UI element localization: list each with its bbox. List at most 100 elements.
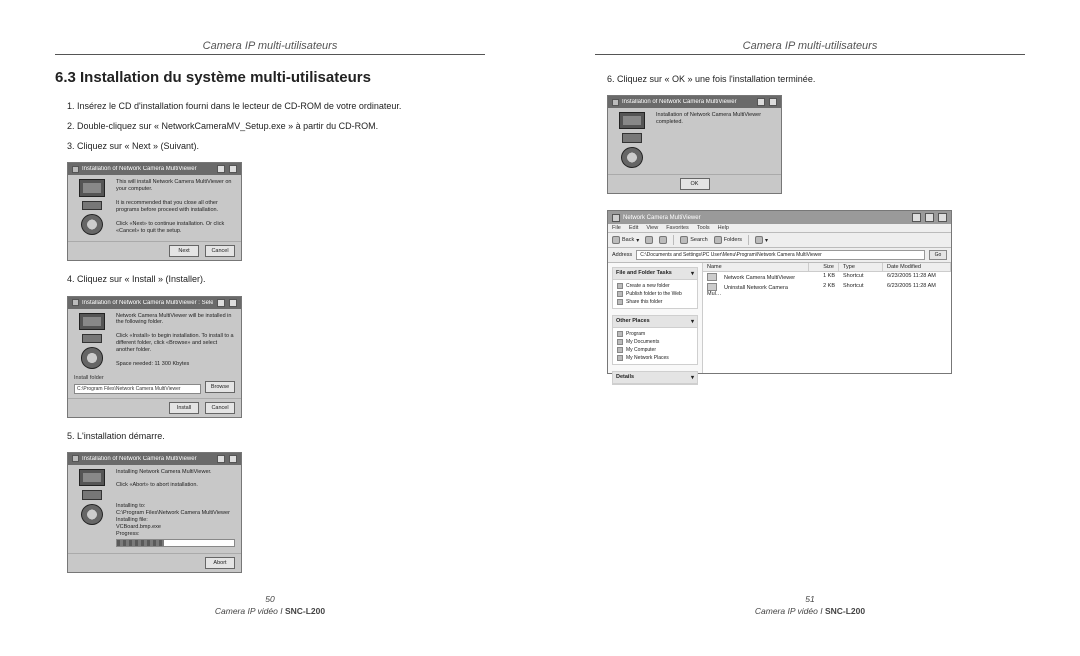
col-size[interactable]: Size (809, 263, 839, 271)
place-item[interactable]: My Computer (617, 347, 693, 353)
wizard-text: This will install Network Camera MultiVi… (116, 179, 235, 235)
chevron-down-icon: ▾ (636, 237, 639, 244)
pc-tower-icon (82, 490, 102, 500)
menu-tools[interactable]: Tools (697, 225, 710, 231)
network-icon (617, 355, 623, 361)
menu-view[interactable]: View (646, 225, 658, 231)
column-headers[interactable]: Name Size Type Date Modified (703, 263, 951, 272)
next-button[interactable]: Next (169, 245, 199, 257)
close-button[interactable] (938, 213, 947, 222)
list-item[interactable]: Uninstall Network Camera Mul… 2 KB Short… (703, 282, 951, 298)
address-field[interactable]: C:\Documents and Settings\PC User\Menu\P… (636, 250, 925, 260)
wizard-text: Installation of Network Camera MultiView… (656, 112, 775, 168)
tasks-title: File and Folder Tasks (616, 270, 672, 277)
cancel-button[interactable]: Cancel (205, 402, 235, 414)
install-path-field[interactable]: C:\Program Files\Network Camera MultiVie… (74, 384, 201, 394)
titlebar: Installation of Network Camera MultiView… (68, 163, 241, 175)
places-title: Other Places (616, 318, 650, 325)
place-item[interactable]: My Documents (617, 339, 693, 345)
minimize-button[interactable] (757, 98, 765, 106)
footer-left: 50 Camera IP vidéo I SNC-L200 (55, 594, 485, 616)
title-text: Installation of Network Camera MultiView… (82, 456, 213, 462)
wizard-art (74, 179, 110, 235)
folders-icon (714, 236, 722, 244)
task-item[interactable]: Publish folder to the Web (617, 291, 693, 297)
places-panel: Other Places ▾ Program My Documents My Co… (612, 315, 698, 365)
place-item[interactable]: Program (617, 331, 693, 337)
cd-icon (81, 214, 103, 235)
chevron-down-icon[interactable]: ▾ (691, 318, 694, 325)
shortcut-icon (707, 283, 717, 291)
back-button[interactable]: Back▾ (612, 236, 639, 244)
minimize-button[interactable] (912, 213, 921, 222)
wizard-art (74, 469, 110, 525)
list-item[interactable]: Network Camera MultiViewer 1 KB Shortcut… (703, 272, 951, 282)
wizard-line: Installation of Network Camera MultiView… (656, 112, 775, 126)
menu-file[interactable]: File (612, 225, 621, 231)
step-5: 5. L'installation démarre. (67, 430, 485, 442)
task-item[interactable]: Share this folder (617, 299, 693, 305)
install-button[interactable]: Install (169, 402, 199, 414)
browse-button[interactable]: Browse (205, 381, 235, 393)
tasks-panel: File and Folder Tasks ▾ Create a new fold… (612, 267, 698, 309)
col-type[interactable]: Type (839, 263, 883, 271)
running-head-right: Camera IP multi-utilisateurs (595, 40, 1025, 55)
search-button[interactable]: Search (680, 236, 707, 244)
folders-button[interactable]: Folders (714, 236, 742, 244)
install-to-value: C:\Program Files\Network Camera MultiVie… (116, 510, 235, 517)
chevron-down-icon[interactable]: ▾ (691, 374, 694, 381)
titlebar: Installation of Network Camera MultiView… (608, 96, 781, 108)
close-button[interactable] (229, 299, 237, 307)
cancel-button[interactable]: Cancel (205, 245, 235, 257)
explorer-sidebar: File and Folder Tasks ▾ Create a new fold… (608, 263, 703, 373)
computer-icon (617, 347, 623, 353)
up-button[interactable] (659, 236, 667, 244)
menu-help[interactable]: Help (718, 225, 729, 231)
abort-button[interactable]: Abort (205, 557, 235, 569)
forward-button[interactable] (645, 236, 653, 244)
install-file-label: Installing file: (116, 517, 235, 524)
app-icon (72, 299, 79, 306)
menu-bar[interactable]: File Edit View Favorites Tools Help (608, 224, 951, 233)
close-button[interactable] (229, 165, 237, 173)
maximize-button[interactable] (925, 213, 934, 222)
menu-favorites[interactable]: Favorites (666, 225, 689, 231)
ok-button[interactable]: OK (680, 178, 710, 190)
chevron-down-icon[interactable]: ▾ (691, 270, 694, 277)
wizard-art (74, 313, 110, 369)
wizard-line: It is recommended that you close all oth… (116, 200, 235, 214)
col-date[interactable]: Date Modified (883, 263, 951, 271)
installer-dialog-complete: Installation of Network Camera MultiView… (607, 95, 782, 194)
details-title: Details (616, 374, 634, 381)
go-button[interactable]: Go (929, 250, 947, 260)
menu-edit[interactable]: Edit (629, 225, 638, 231)
pc-tower-icon (82, 201, 102, 211)
wizard-line: Click «Abort» to abort installation. (116, 482, 235, 489)
minimize-button[interactable] (217, 455, 225, 463)
footer-right: 51 Camera IP vidéo I SNC-L200 (595, 594, 1025, 616)
place-item[interactable]: My Network Places (617, 355, 693, 361)
shortcut-icon (707, 273, 717, 281)
wizard-line: This will install Network Camera MultiVi… (116, 179, 235, 193)
minimize-button[interactable] (217, 165, 225, 173)
install-file-value: VCBoard.bmp.exe (116, 524, 235, 531)
wizard-text: Installing Network Camera MultiViewer. C… (116, 469, 235, 548)
close-button[interactable] (229, 455, 237, 463)
monitor-icon (619, 112, 645, 129)
col-name[interactable]: Name (703, 263, 809, 271)
step-4: 4. Cliquez sur « Install » (Installer). (67, 273, 485, 285)
views-button[interactable]: ▾ (755, 236, 768, 244)
search-icon (680, 236, 688, 244)
explorer-window: Network Camera MultiViewer File Edit Vie… (607, 210, 952, 374)
task-item[interactable]: Create a new folder (617, 283, 693, 289)
wizard-line: Click «Next» to continue installation. O… (116, 221, 235, 235)
close-button[interactable] (769, 98, 777, 106)
document-spread: Camera IP multi-utilisateurs 6.3 Install… (0, 0, 1080, 656)
title-text: Installation of Network Camera MultiView… (82, 300, 213, 306)
pc-tower-icon (82, 334, 102, 344)
step-2: 2. Double-cliquez sur « NetworkCameraMV_… (67, 120, 485, 132)
folder-icon (612, 214, 620, 222)
folder-icon (617, 339, 623, 345)
progress-bar (116, 539, 235, 547)
minimize-button[interactable] (217, 299, 225, 307)
